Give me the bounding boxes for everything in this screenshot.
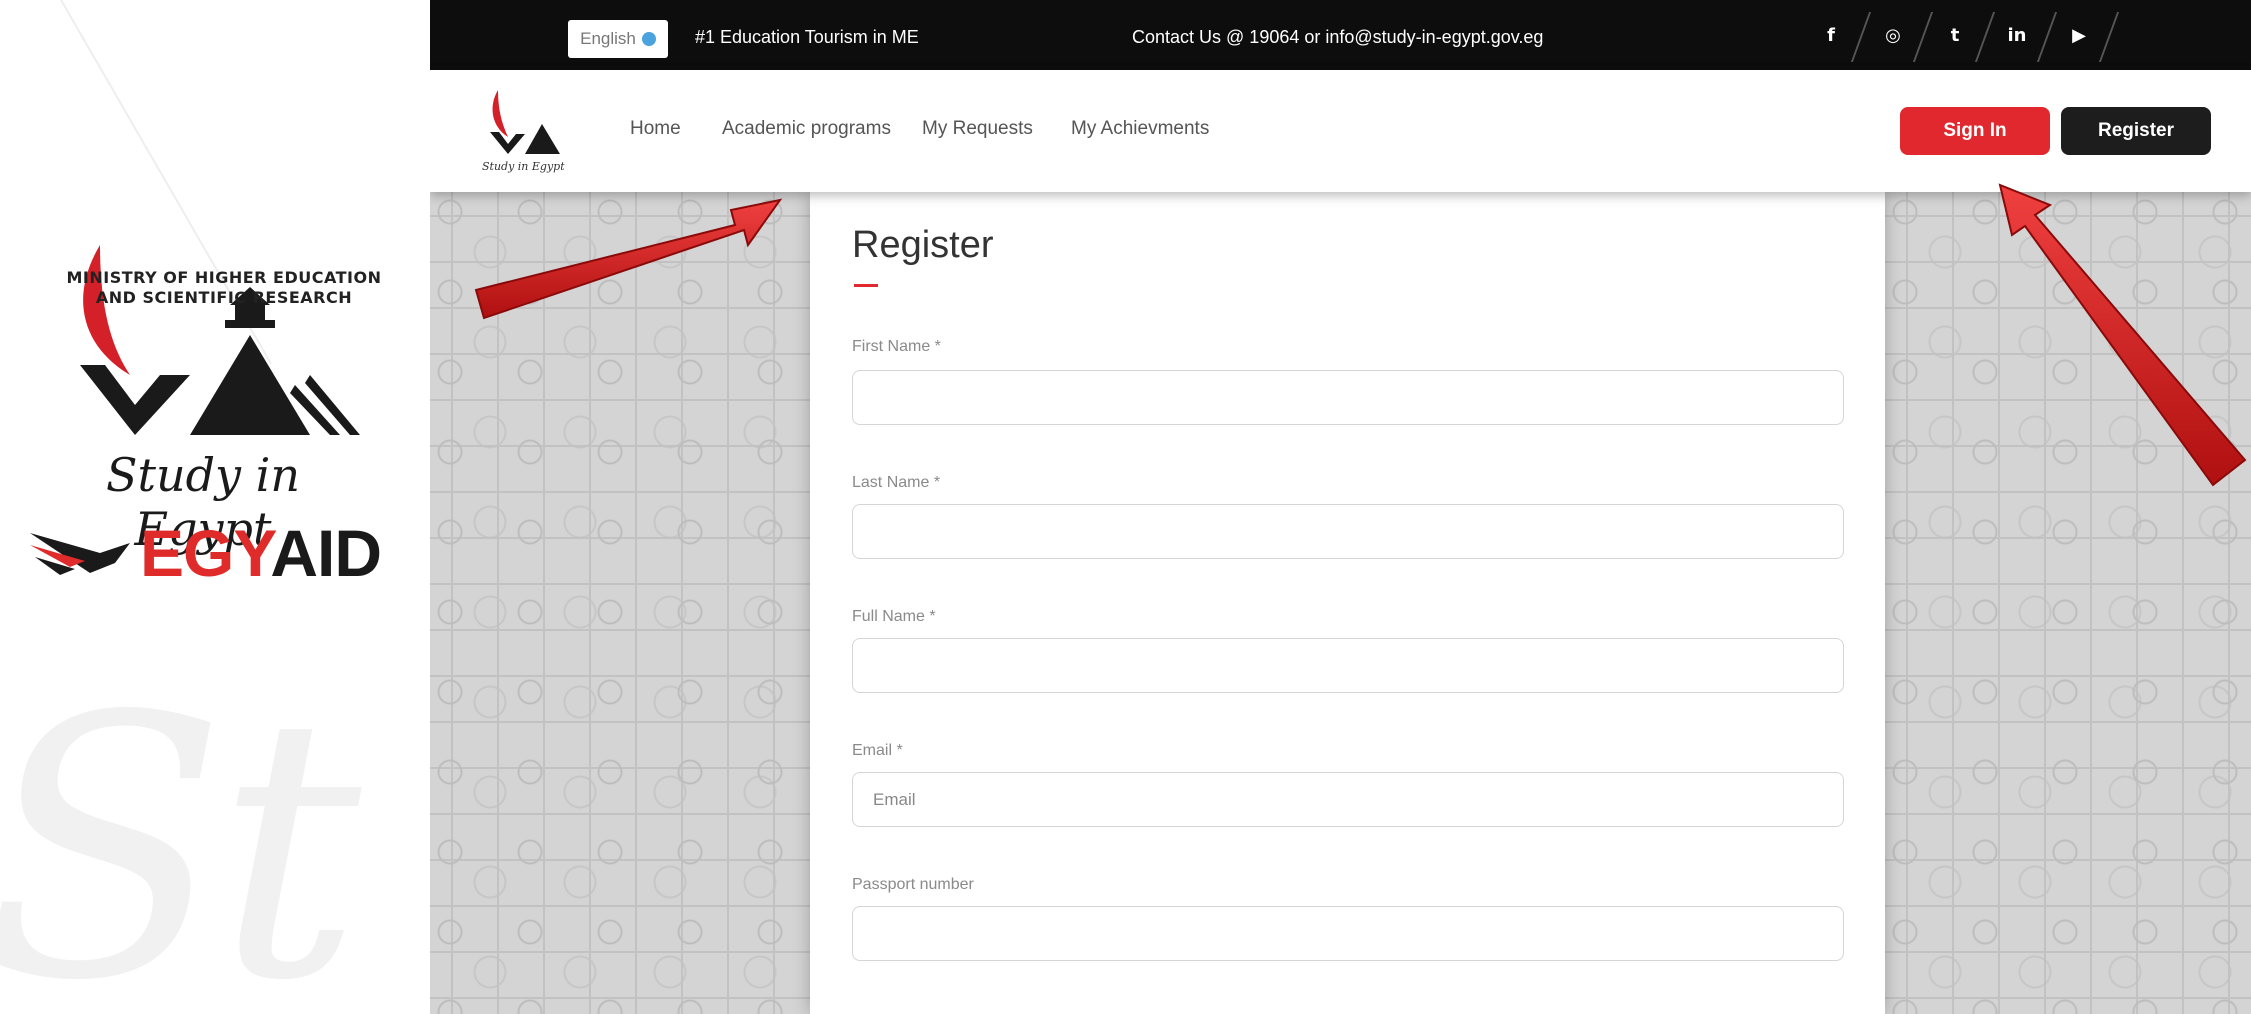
- full-name-field[interactable]: [852, 638, 1844, 693]
- background-pattern-right: [1885, 192, 2251, 1014]
- ministry-line-2: AND SCIENTIFIC RESEARCH: [95, 288, 353, 307]
- first-name-field[interactable]: [852, 370, 1844, 425]
- sign-in-button[interactable]: Sign In: [1900, 107, 2050, 155]
- form-title: Register: [852, 224, 994, 266]
- site-logo[interactable]: Study in Egypt: [480, 82, 570, 182]
- facebook-link[interactable]: f: [1800, 0, 1862, 70]
- ministry-line-1: MINISTRY OF HIGHER EDUCATION: [66, 268, 382, 287]
- website-screenshot: English #1 Education Tourism in ME Conta…: [430, 0, 2251, 1014]
- register-button[interactable]: Register: [2061, 107, 2211, 155]
- main-navbar: Study in Egypt Home Academic programs My…: [430, 70, 2251, 192]
- egyaid-logo: EGYAID: [30, 515, 390, 591]
- egyaid-aid: AID: [270, 516, 382, 590]
- youtube-icon: ▶: [2072, 24, 2086, 46]
- screenshot-stage: St MINISTRY OF HIGHER EDUCATION AND SCIE…: [0, 0, 2251, 1014]
- tagline: #1 Education Tourism in ME: [695, 27, 919, 47]
- branding-panel: St MINISTRY OF HIGHER EDUCATION AND SCIE…: [0, 0, 430, 1014]
- facebook-icon: f: [1827, 24, 1835, 46]
- study-in-egypt-logo: [80, 245, 360, 435]
- contact-info[interactable]: Contact Us @ 19064 or info@study-in-egyp…: [1132, 27, 1543, 48]
- last-name-label: Last Name *: [852, 474, 941, 491]
- nav-link-my-requests[interactable]: My Requests: [922, 118, 1033, 140]
- full-name-label: Full Name *: [852, 608, 936, 625]
- passport-number-field[interactable]: [852, 906, 1844, 961]
- nav-link-my-achievements[interactable]: My Achievments: [1071, 118, 1209, 140]
- first-name-label: First Name *: [852, 338, 941, 355]
- language-label: English: [580, 29, 636, 48]
- globe-icon: [641, 32, 656, 46]
- email-label: Email *: [852, 742, 903, 759]
- egyaid-wing-icon: [30, 533, 130, 575]
- email-field[interactable]: [852, 772, 1844, 827]
- instagram-icon: ◎: [1885, 24, 1901, 46]
- title-underline: [854, 284, 878, 287]
- site-logo-mark: [490, 90, 560, 154]
- ministry-title: MINISTRY OF HIGHER EDUCATION AND SCIENTI…: [64, 268, 384, 308]
- instagram-link[interactable]: ◎: [1862, 0, 1924, 70]
- nav-link-academic-programs[interactable]: Academic programs: [722, 118, 891, 140]
- egyaid-egy: EGY: [140, 516, 271, 590]
- twitter-icon: t: [1950, 24, 1960, 46]
- egyaid-wordmark: EGYAID: [140, 515, 382, 591]
- language-select[interactable]: English: [568, 20, 668, 58]
- twitter-link[interactable]: t: [1924, 0, 1986, 70]
- site-logo-caption: Study in Egypt: [482, 160, 565, 173]
- last-name-field[interactable]: [852, 504, 1844, 559]
- youtube-link[interactable]: ▶: [2048, 0, 2110, 70]
- nav-link-home[interactable]: Home: [630, 118, 681, 140]
- register-form: Register First Name * Last Name * Full N…: [810, 192, 1885, 1014]
- background-pattern-left: [430, 192, 810, 1014]
- watermark-text: St: [0, 640, 361, 1014]
- passport-number-label: Passport number: [852, 876, 974, 893]
- linkedin-icon: in: [2007, 24, 2027, 46]
- linkedin-link[interactable]: in: [1986, 0, 2048, 70]
- top-bar: English #1 Education Tourism in ME Conta…: [430, 0, 2251, 70]
- social-links: f ◎ t in ▶: [1800, 0, 2110, 70]
